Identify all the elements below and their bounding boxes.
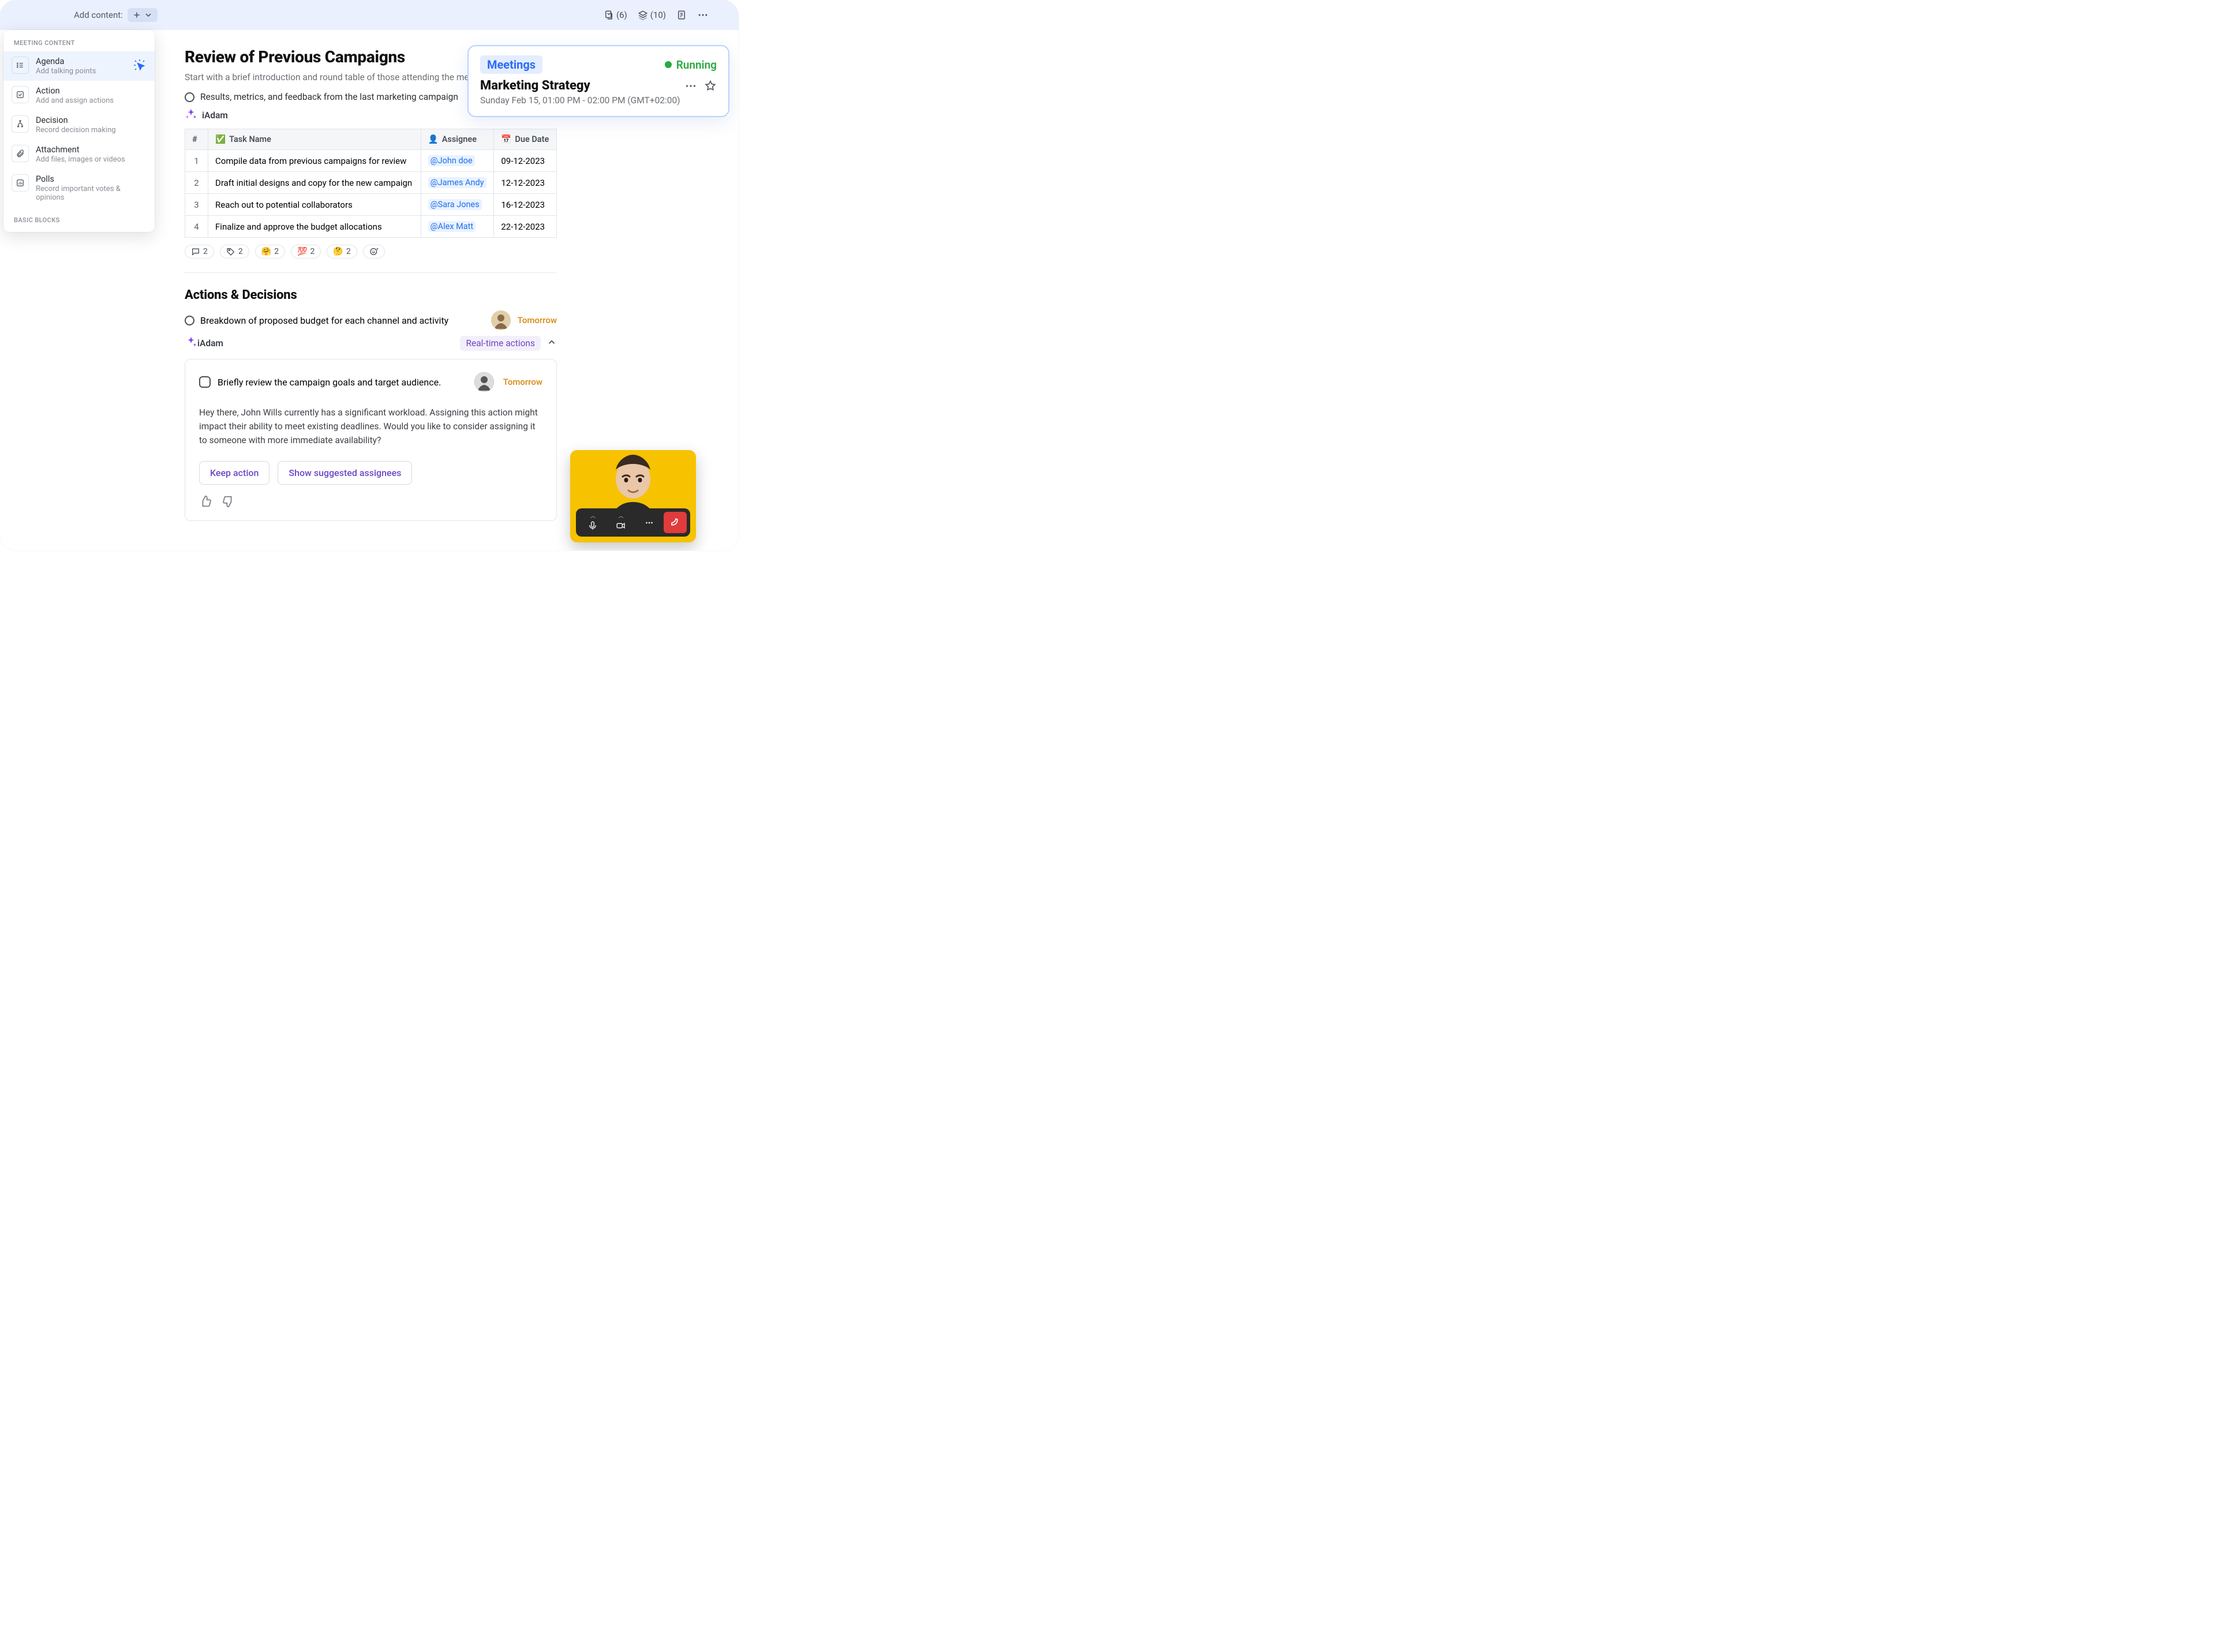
show-suggested-assignees-button[interactable]: Show suggested assignees [278,461,412,485]
more-button[interactable] [697,9,709,21]
call-more-button[interactable] [635,512,662,533]
meeting-title: Marketing Strategy [480,78,590,93]
mention[interactable]: @John doe [428,155,475,166]
meeting-badge[interactable]: Meetings [480,55,542,74]
dropdown-item-agenda[interactable]: AgendaAdd talking points [3,51,155,81]
realtime-actions-toggle[interactable]: Real-time actions [460,336,541,351]
dropdown-item-attachment[interactable]: AttachmentAdd files, images or videos [3,140,155,169]
sparkle-icon [185,108,197,121]
plus-icon [132,10,141,20]
avatar[interactable] [474,372,494,392]
chevron-down-icon [144,10,153,20]
add-content-label: Add content: [74,10,123,20]
video-call-widget[interactable]: ︿ ︿ [570,450,696,542]
thumbs-down-icon[interactable] [222,495,235,508]
table-row[interactable]: 3Reach out to potential collaborators@Sa… [185,194,557,216]
dropdown-item-decision[interactable]: DecisionRecord decision making [3,110,155,140]
callout-message: Hey there, John Wills currently has a si… [199,406,542,447]
documents-icon [604,10,614,20]
cursor-click-icon [133,58,147,72]
ai-assistant-label[interactable]: iAdam [202,110,228,121]
col-due-date: 📅Due Date [494,129,557,150]
ai-callout: Briefly review the campaign goals and ta… [185,359,557,521]
due-label: Tomorrow [503,377,542,387]
circle-bullet-icon [185,316,194,325]
documents-count[interactable]: (6) [604,10,627,20]
reaction-100[interactable]: 💯2 [291,245,321,259]
ai-assistant-label[interactable]: iAdam [197,338,223,349]
reaction-hug[interactable]: 🤗2 [255,245,285,259]
callout-task-text: Briefly review the campaign goals and ta… [218,377,441,388]
notes-button[interactable] [676,10,687,20]
more-horizontal-icon[interactable] [684,80,697,92]
due-label: Tomorrow [518,315,557,325]
fork-icon [16,119,25,129]
sparkle-icon [185,336,197,349]
video-call-toolbar: ︿ ︿ [576,508,690,537]
paperclip-icon [16,149,25,158]
dropdown-item-polls[interactable]: PollsRecord important votes & opinions [3,169,155,207]
mention[interactable]: @James Andy [428,177,486,188]
layers-icon [638,10,648,20]
dropdown-section-meeting: MEETING CONTENT [3,30,155,51]
camera-icon [616,520,626,531]
mic-button[interactable]: ︿ [579,512,607,533]
dropdown-item-action[interactable]: ActionAdd and assign actions [3,81,155,110]
more-horizontal-icon [697,9,709,21]
avatar[interactable] [491,310,511,330]
divider [185,272,557,273]
star-icon[interactable] [704,80,717,92]
mention[interactable]: @Alex Matt [428,221,476,232]
dropdown-section-basic: BASIC BLOCKS [3,207,155,228]
reactions-bar: 2 2 🤗2 💯2 🤔2 [185,245,716,259]
chevron-up-icon[interactable] [546,337,557,347]
col-task-name: ✅Task Name [208,129,421,150]
thumbs-up-icon[interactable] [199,495,212,508]
reaction-tag[interactable]: 2 [220,245,249,259]
checkbox[interactable] [199,376,211,388]
notes-icon [676,10,687,20]
table-row[interactable]: 2Draft initial designs and copy for the … [185,172,557,194]
checkbox-icon [16,90,25,99]
camera-button[interactable]: ︿ [608,512,635,533]
col-assignee: 👤Assignee [421,129,494,150]
more-horizontal-icon [644,518,654,528]
agenda-item-2: Breakdown of proposed budget for each ch… [185,310,557,330]
comment-icon [191,247,200,256]
mention[interactable]: @Sara Jones [428,199,482,210]
layers-count[interactable]: (10) [638,10,666,20]
tasks-table: # ✅Task Name 👤Assignee 📅Due Date 1Compil… [185,129,557,238]
meeting-status: Running [665,58,717,72]
top-bar: Add content: (6) (10) [0,0,739,30]
keep-action-button[interactable]: Keep action [199,461,269,485]
end-call-button[interactable] [664,512,687,533]
bar-chart-icon [16,178,25,188]
meeting-date: Sunday Feb 15, 01:00 PM - 02:00 PM (GMT+… [480,95,717,106]
circle-bullet-icon [185,92,194,102]
col-index: # [185,129,208,150]
table-row[interactable]: 4Finalize and approve the budget allocat… [185,216,557,238]
tag-icon [226,247,235,256]
phone-hangup-icon [670,518,680,528]
list-icon [16,61,25,70]
add-content-button[interactable] [128,8,158,22]
status-dot-icon [665,61,672,68]
table-row[interactable]: 1Compile data from previous campaigns fo… [185,150,557,172]
reaction-comment[interactable]: 2 [185,245,214,259]
reaction-thinking[interactable]: 🤔2 [327,245,357,259]
mic-icon [587,520,598,531]
emoji-add-icon [369,247,379,256]
reaction-add[interactable] [363,245,385,259]
section-title-actions: Actions & Decisions [185,288,716,302]
meeting-card: Meetings Running Marketing Strategy Sund… [467,45,729,117]
add-content-dropdown: MEETING CONTENT AgendaAdd talking points… [3,30,155,232]
